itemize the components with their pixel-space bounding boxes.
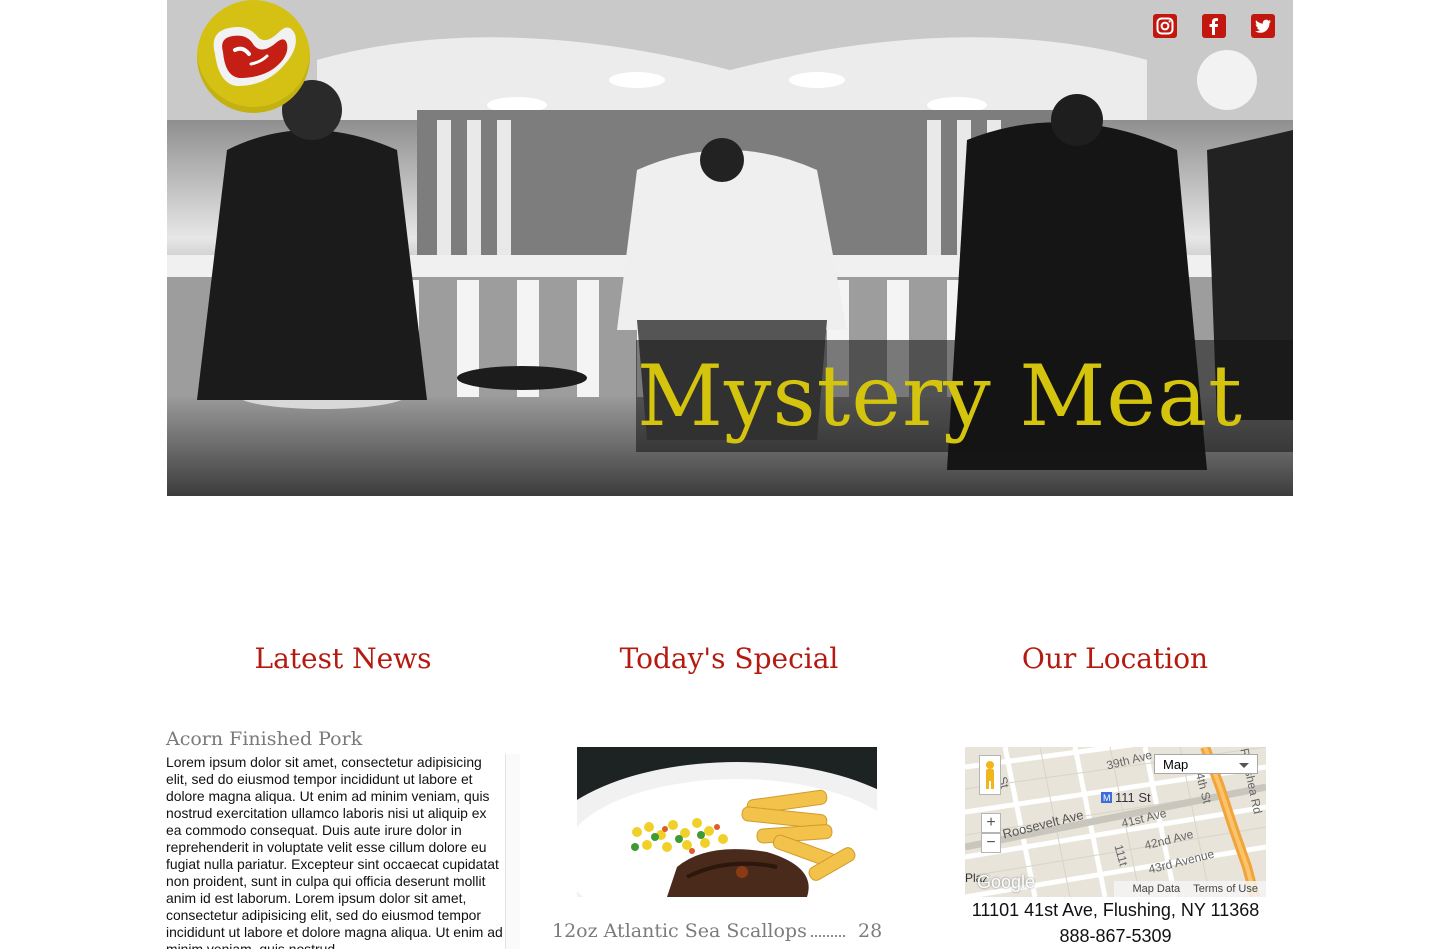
pegman-icon <box>986 761 994 789</box>
special-dish-photo <box>577 747 877 897</box>
special-heading: Today's Special <box>619 642 839 675</box>
location-map[interactable]: M 39th Ave Roosevelt Ave 41st Ave 42nd A… <box>965 747 1266 897</box>
map-type-select[interactable]: Map <box>1154 754 1258 774</box>
map-type-label: Map <box>1163 757 1189 772</box>
facebook-button[interactable] <box>1202 14 1226 38</box>
street-view-pegman[interactable] <box>979 755 1001 795</box>
zoom-in-button[interactable]: + <box>981 813 1001 833</box>
special-price: 28 <box>858 920 883 942</box>
menu-leader-dots <box>811 935 845 937</box>
twitter-button[interactable] <box>1251 14 1275 38</box>
svg-text:M: M <box>1103 793 1111 803</box>
twitter-icon <box>1255 19 1271 33</box>
location-heading: Our Location <box>1021 642 1209 675</box>
steak-icon <box>213 27 296 86</box>
instagram-icon <box>1156 17 1174 35</box>
site-title: Mystery Meat <box>637 347 1243 445</box>
news-item-body: Lorem ipsum dolor sit amet, consectetur … <box>166 754 503 949</box>
phone-number[interactable]: 888-867-5309 <box>965 923 1266 949</box>
chevron-down-icon <box>1239 763 1249 768</box>
terms-link[interactable]: Terms of Use <box>1193 883 1258 895</box>
news-scrollbar[interactable] <box>505 754 520 949</box>
google-logo: Google <box>977 872 1036 892</box>
location-address-block: 11101 41st Ave, Flushing, NY 11368 888-8… <box>965 897 1266 949</box>
map-data-link[interactable]: Map Data <box>1132 883 1180 895</box>
special-dish-name: 12oz Atlantic Sea Scallops <box>552 920 807 942</box>
street-label: 111 St <box>1115 790 1151 805</box>
hero-banner: Mystery Meat <box>167 0 1293 496</box>
news-heading: Latest News <box>254 642 432 675</box>
street-address: 11101 41st Ave, Flushing, NY 11368 <box>971 900 1260 920</box>
news-item-title[interactable]: Acorn Finished Pork <box>166 728 362 750</box>
zoom-out-button[interactable]: − <box>981 833 1001 853</box>
map-attribution: Map Data Terms of Use <box>1114 881 1266 897</box>
facebook-icon <box>1209 18 1218 35</box>
logo[interactable] <box>197 0 310 113</box>
instagram-button[interactable] <box>1153 14 1177 38</box>
